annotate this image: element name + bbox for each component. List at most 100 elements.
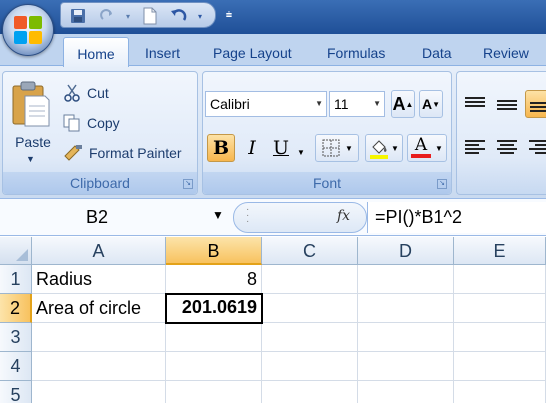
column-header-a[interactable]: A — [32, 237, 166, 265]
underline-button[interactable]: U — [267, 134, 295, 162]
name-box[interactable]: B2 ▼ — [0, 202, 234, 232]
tab-review[interactable]: Review — [483, 44, 529, 66]
row-header-3[interactable]: 3 — [0, 323, 32, 352]
format-painter-icon — [64, 145, 82, 161]
font-name-combobox[interactable]: Calibri ▼ — [205, 91, 327, 117]
copy-icon — [63, 114, 80, 132]
cell-b5[interactable] — [166, 381, 262, 403]
cell-b4[interactable] — [166, 352, 262, 381]
cell-d2[interactable] — [358, 294, 454, 323]
select-all-button[interactable] — [0, 237, 32, 265]
grow-font-icon: A — [392, 93, 406, 114]
cell-e1[interactable] — [454, 265, 546, 294]
font-size-dropdown-icon[interactable]: ▼ — [373, 92, 381, 116]
cell-a1[interactable]: Radius — [32, 265, 166, 294]
new-document-icon[interactable] — [139, 6, 161, 26]
bold-button[interactable]: B — [207, 134, 235, 162]
grow-font-button[interactable]: A ▲ — [391, 90, 415, 118]
align-bottom-icon[interactable] — [525, 90, 546, 118]
italic-button[interactable]: I — [241, 134, 263, 162]
row-header-5[interactable]: 5 — [0, 381, 32, 403]
cell-b2[interactable]: 201.0619 — [165, 293, 263, 324]
paste-dropdown-icon[interactable]: ▼ — [26, 154, 35, 164]
row-header-4[interactable]: 4 — [0, 352, 32, 381]
save-icon[interactable] — [67, 6, 89, 26]
column-header-c[interactable]: C — [262, 237, 358, 265]
align-right-icon[interactable] — [525, 134, 546, 162]
font-size-value: 11 — [334, 96, 349, 112]
cell-d3[interactable] — [358, 323, 454, 352]
undo-dropdown-icon[interactable]: ▾ — [189, 6, 211, 26]
tab-formulas[interactable]: Formulas — [327, 44, 385, 66]
font-launcher-icon[interactable]: ↘ — [437, 179, 447, 189]
fill-color-dropdown-icon: ▼ — [391, 143, 399, 153]
fill-color-icon — [370, 140, 389, 159]
tab-home[interactable]: Home — [63, 37, 129, 67]
align-top-icon[interactable] — [461, 90, 489, 118]
borders-dropdown-icon: ▼ — [345, 143, 353, 153]
cell-c1[interactable] — [262, 265, 358, 294]
cell-a5[interactable] — [32, 381, 166, 403]
office-button[interactable] — [2, 4, 54, 56]
font-color-button[interactable]: A ▼ — [407, 134, 447, 162]
clipboard-group-label: Clipboard — [3, 172, 197, 194]
align-left-icon[interactable] — [461, 134, 489, 162]
resize-handle-icon[interactable]: · · · — [246, 205, 252, 227]
insert-function-icon[interactable]: fx — [337, 208, 350, 224]
cell-e5[interactable] — [454, 381, 546, 403]
borders-icon — [322, 139, 340, 157]
tab-insert[interactable]: Insert — [145, 44, 180, 66]
cell-d4[interactable] — [358, 352, 454, 381]
format-painter-label: Format Painter — [89, 145, 182, 161]
cut-button[interactable]: Cut — [63, 82, 109, 104]
undo-icon[interactable] — [167, 6, 189, 26]
paste-button[interactable]: Paste — [11, 134, 55, 150]
font-group-label: Font — [203, 172, 451, 194]
font-color-icon: A — [414, 135, 428, 155]
row-header-2[interactable]: 2 — [0, 294, 32, 323]
align-middle-icon[interactable] — [493, 90, 521, 118]
clipboard-group: Paste ▼ Cut Copy Format Painter Clipboar… — [2, 71, 198, 195]
redo-icon[interactable] — [97, 6, 119, 26]
paste-icon[interactable] — [11, 80, 51, 128]
cell-b1[interactable]: 8 — [166, 265, 262, 294]
cell-d5[interactable] — [358, 381, 454, 403]
clipboard-launcher-icon[interactable]: ↘ — [183, 179, 193, 189]
align-center-icon[interactable] — [493, 134, 521, 162]
cell-a4[interactable] — [32, 352, 166, 381]
font-size-combobox[interactable]: 11 ▼ — [329, 91, 385, 117]
format-painter-button[interactable]: Format Painter — [63, 142, 182, 164]
cell-c5[interactable] — [262, 381, 358, 403]
name-box-dropdown-icon[interactable]: ▼ — [212, 208, 224, 222]
tab-page-layout[interactable]: Page Layout — [213, 44, 292, 66]
cell-e4[interactable] — [454, 352, 546, 381]
fill-color-button[interactable]: ▼ — [365, 134, 403, 162]
font-name-dropdown-icon[interactable]: ▼ — [315, 92, 323, 116]
cell-a2[interactable]: Area of circle — [32, 294, 166, 323]
cell-c4[interactable] — [262, 352, 358, 381]
tab-data[interactable]: Data — [422, 44, 452, 66]
alignment-group — [456, 71, 546, 195]
borders-button[interactable]: ▼ — [315, 134, 359, 162]
column-header-b[interactable]: B — [166, 237, 262, 265]
underline-dropdown-icon[interactable]: ▼ — [295, 138, 307, 166]
column-header-d[interactable]: D — [358, 237, 454, 265]
shrink-font-button[interactable]: A ▼ — [419, 90, 443, 118]
cell-d1[interactable] — [358, 265, 454, 294]
scissors-icon — [64, 84, 80, 102]
copy-button[interactable]: Copy — [63, 112, 120, 134]
row-header-1[interactable]: 1 — [0, 265, 32, 294]
column-header-e[interactable]: E — [454, 237, 546, 265]
cell-a3[interactable] — [32, 323, 166, 352]
cell-c2[interactable] — [262, 294, 358, 323]
cell-c3[interactable] — [262, 323, 358, 352]
cut-label: Cut — [87, 85, 109, 101]
formula-input[interactable]: =PI()*B1^2 — [367, 202, 546, 233]
cell-e3[interactable] — [454, 323, 546, 352]
cell-b3[interactable] — [166, 323, 262, 352]
cell-e2[interactable] — [454, 294, 546, 323]
copy-label: Copy — [87, 115, 120, 131]
customize-toolbar-icon[interactable]: ⩧ — [222, 6, 236, 24]
redo-dropdown-icon[interactable]: ▾ — [117, 6, 139, 26]
font-group: Calibri ▼ 11 ▼ A ▲ A ▼ B I U ▼ ▼ ▼ A ▼ F… — [202, 71, 452, 195]
